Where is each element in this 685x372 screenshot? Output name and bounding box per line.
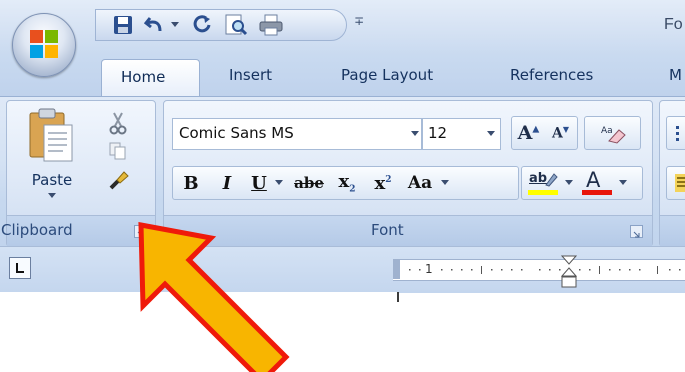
tab-mailings[interactable]: M bbox=[669, 66, 682, 84]
format-buttons-row: B I U abe x2 x2 Aa bbox=[172, 166, 519, 200]
tab-home-label: Home bbox=[121, 68, 166, 86]
font-group-footer: Font bbox=[164, 215, 652, 246]
tab-insert[interactable]: Insert bbox=[229, 66, 272, 84]
paragraph-group bbox=[659, 100, 685, 247]
launcher-arrow-icon bbox=[633, 231, 640, 238]
ruler-margin bbox=[393, 259, 400, 279]
superscript-label: x bbox=[374, 172, 386, 194]
align-left-button[interactable] bbox=[666, 166, 685, 200]
clear-formatting-button[interactable]: Aa bbox=[584, 116, 641, 150]
clipboard-group: Paste Clipboard bbox=[1, 100, 156, 247]
ribbon-tabs: Home Insert Page Layout References M bbox=[0, 55, 685, 98]
ruler-bar: 1 bbox=[0, 246, 685, 293]
copy-button[interactable] bbox=[105, 139, 131, 163]
grow-font-label: A bbox=[517, 122, 533, 144]
chevron-down-icon[interactable] bbox=[616, 180, 630, 186]
superscript-button[interactable]: x2 bbox=[365, 173, 401, 194]
copy-icon bbox=[109, 142, 126, 160]
highlight-button[interactable]: ab bbox=[522, 168, 562, 198]
undo-button[interactable] bbox=[142, 13, 168, 37]
color-buttons-row: ab A bbox=[521, 166, 643, 200]
paste-icon bbox=[29, 108, 73, 162]
strikethrough-button[interactable]: abe bbox=[289, 174, 329, 192]
format-painter-button[interactable] bbox=[105, 165, 133, 193]
paragraph-group-footer bbox=[660, 215, 685, 246]
font-name-combobox[interactable]: Comic Sans MS bbox=[172, 118, 422, 150]
subscript-button[interactable]: x2 bbox=[329, 171, 365, 195]
svg-text:Aa: Aa bbox=[601, 126, 613, 136]
bullets-button[interactable] bbox=[666, 116, 685, 150]
undo-dropdown[interactable] bbox=[169, 13, 181, 37]
chevron-down-icon[interactable] bbox=[562, 180, 576, 186]
font-size-combobox[interactable]: 12 bbox=[422, 118, 501, 150]
chevron-down-icon bbox=[487, 131, 495, 136]
printer-icon bbox=[259, 14, 283, 36]
document-page-edge bbox=[397, 292, 399, 302]
chevron-down-icon[interactable] bbox=[273, 180, 285, 186]
scissors-icon bbox=[109, 112, 127, 135]
paste-label: Paste bbox=[31, 171, 73, 189]
left-tab-icon bbox=[16, 263, 24, 273]
shrink-font-button[interactable]: A▼ bbox=[545, 124, 577, 142]
highlighter-icon bbox=[545, 173, 558, 187]
ruler-mark: 1 bbox=[425, 262, 433, 276]
ruler-ticks bbox=[409, 266, 681, 274]
clear-formatting-icon: Aa bbox=[601, 126, 626, 144]
office-button[interactable] bbox=[12, 13, 76, 77]
tab-references[interactable]: References bbox=[510, 66, 593, 84]
quick-print-button[interactable] bbox=[256, 13, 286, 37]
quick-access-toolbar bbox=[95, 9, 347, 41]
chevron-down-icon bbox=[48, 193, 56, 198]
print-preview-button[interactable] bbox=[222, 13, 250, 37]
chevron-down-icon bbox=[411, 131, 419, 136]
font-group-label: Font bbox=[371, 221, 404, 239]
format-painter-icon bbox=[109, 171, 129, 190]
document-area bbox=[0, 292, 397, 372]
redo-button[interactable] bbox=[189, 13, 215, 37]
font-name-value: Comic Sans MS bbox=[179, 124, 294, 142]
horizontal-ruler[interactable]: 1 bbox=[393, 259, 685, 281]
font-dialog-launcher[interactable] bbox=[630, 225, 643, 238]
undo-icon bbox=[144, 17, 162, 32]
subscript-label: x bbox=[338, 171, 350, 193]
font-color-button[interactable]: A bbox=[576, 168, 616, 198]
window-title: Fo bbox=[664, 16, 683, 33]
font-size-value: 12 bbox=[428, 124, 448, 142]
align-left-icon bbox=[675, 174, 685, 192]
customize-qat-button[interactable]: ∓ bbox=[354, 14, 364, 28]
italic-button[interactable]: I bbox=[209, 173, 245, 194]
paste-button[interactable]: Paste bbox=[13, 105, 91, 205]
chevron-down-icon bbox=[171, 22, 179, 27]
title-bar: ∓ Fo bbox=[0, 0, 685, 55]
clipboard-dialog-launcher[interactable] bbox=[134, 225, 147, 238]
clipboard-group-label: Clipboard bbox=[1, 221, 73, 239]
font-color-bar bbox=[582, 190, 612, 195]
indent-marker-icon bbox=[560, 255, 578, 288]
chevron-down-icon[interactable] bbox=[439, 180, 451, 186]
launcher-arrow-icon bbox=[137, 231, 144, 238]
tab-page-layout[interactable]: Page Layout bbox=[341, 66, 433, 84]
shrink-font-label: A bbox=[551, 125, 563, 142]
print-preview-icon bbox=[225, 14, 248, 36]
cut-button[interactable] bbox=[105, 109, 131, 137]
change-case-button[interactable]: Aa bbox=[401, 173, 439, 193]
save-button[interactable] bbox=[110, 13, 136, 37]
office-logo-icon bbox=[30, 30, 58, 58]
underline-button[interactable]: U bbox=[245, 173, 273, 194]
save-icon bbox=[114, 16, 132, 34]
redo-icon bbox=[193, 15, 211, 33]
tab-selector-button[interactable] bbox=[9, 257, 31, 279]
bold-button[interactable]: B bbox=[173, 173, 209, 194]
font-group: Comic Sans MS 12 A▲ A▼ Aa B I U abe x2 x… bbox=[163, 100, 653, 247]
clipboard-group-footer: Clipboard bbox=[1, 215, 155, 246]
grow-font-button[interactable]: A▲ bbox=[513, 122, 545, 144]
font-size-buttons: A▲ A▼ bbox=[511, 116, 578, 150]
font-color-label: A bbox=[586, 168, 601, 192]
bullets-icon bbox=[676, 126, 679, 141]
ribbon: Paste Clipboard Comic Sans MS 12 A▲ A▼ A… bbox=[0, 96, 685, 247]
tab-home[interactable]: Home bbox=[101, 59, 200, 98]
highlight-color-bar bbox=[528, 190, 558, 195]
indent-marker[interactable] bbox=[560, 255, 578, 289]
